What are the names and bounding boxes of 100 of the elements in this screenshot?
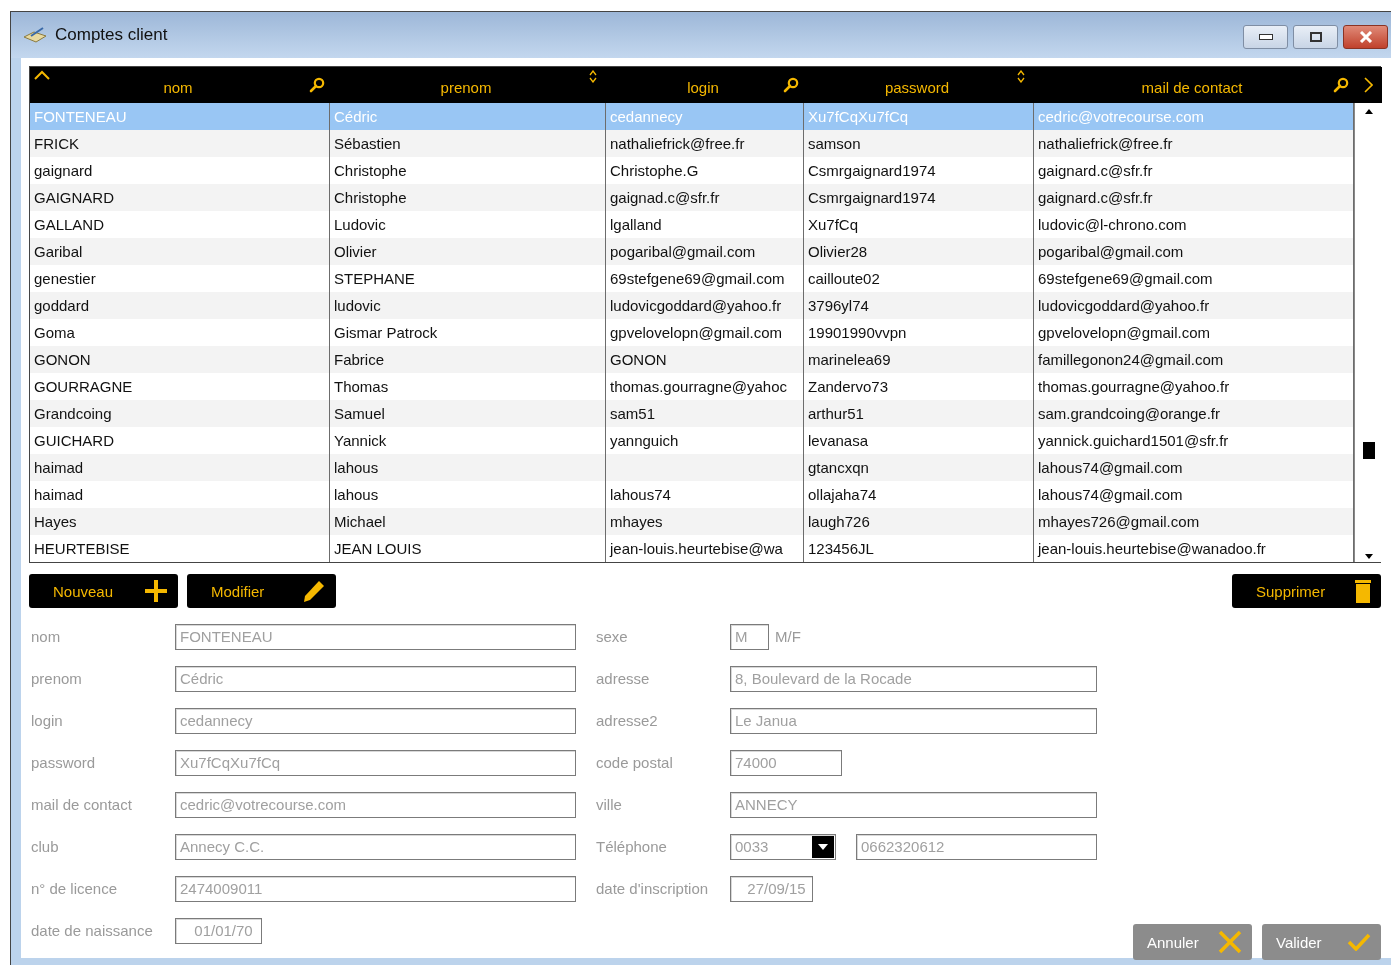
table-cell: Fabrice xyxy=(330,346,606,373)
table-cell: cedric@votrecourse.com xyxy=(1034,103,1354,130)
table-cell: mhayes xyxy=(606,508,804,535)
table-cell: marinelea69 xyxy=(804,346,1034,373)
field-label: code postal xyxy=(596,753,674,773)
field-label: adresse2 xyxy=(596,711,659,731)
input-field[interactable]: cedric@votrecourse.com xyxy=(175,792,576,818)
table-cell: nathaliefrick@free.fr xyxy=(606,130,804,157)
column-header[interactable]: nom xyxy=(30,67,330,103)
input-field[interactable]: Cédric xyxy=(175,666,576,692)
input-field[interactable]: 27/09/15 xyxy=(730,876,813,902)
column-header[interactable]: prenom xyxy=(330,67,606,103)
search-icon[interactable] xyxy=(783,77,799,93)
input-field[interactable]: FONTENEAU xyxy=(175,624,576,650)
table-cell: Olivier28 xyxy=(804,238,1034,265)
input-field[interactable]: M xyxy=(730,624,769,650)
table-cell: 3796yl74 xyxy=(804,292,1034,319)
search-icon[interactable] xyxy=(309,77,325,93)
table-cell: goddard xyxy=(30,292,330,319)
table-cell: JEAN LOUIS xyxy=(330,535,606,562)
table-cell: Cédric xyxy=(330,103,606,130)
table-cell: gtancxqn xyxy=(804,454,1034,481)
table-cell: haimad xyxy=(30,454,330,481)
chevron-right-icon[interactable] xyxy=(1363,77,1373,93)
input-field[interactable]: ANNECY xyxy=(730,792,1097,818)
sort-icon[interactable] xyxy=(589,70,597,83)
table-cell: Xu7fCqXu7fCq xyxy=(804,103,1034,130)
field-hint: M/F xyxy=(775,627,801,647)
sort-icon[interactable] xyxy=(1017,70,1025,83)
field-label: mail de contact xyxy=(31,795,133,815)
field-label: login xyxy=(31,711,64,731)
add-button[interactable]: Nouveau xyxy=(29,574,178,608)
table-cell: famillegonon24@gmail.com xyxy=(1034,346,1354,373)
field-label: sexe xyxy=(596,627,629,647)
table-cell: pogaribal@gmail.com xyxy=(606,238,804,265)
vertical-scrollbar[interactable] xyxy=(1354,103,1382,562)
field-label: date d'inscription xyxy=(596,879,710,899)
input-field[interactable]: cedannecy xyxy=(175,708,576,734)
table-cell: sam51 xyxy=(606,400,804,427)
table-cell: GONON xyxy=(606,346,804,373)
table-cell: gaignard.c@sfr.fr xyxy=(1034,184,1354,211)
app-icon xyxy=(23,27,47,43)
field-label: club xyxy=(31,837,60,857)
field-label: nom xyxy=(31,627,62,647)
table-cell: Christophe xyxy=(330,184,606,211)
table-cell: pogaribal@gmail.com xyxy=(1034,238,1354,265)
dropdown-field[interactable]: 0033 xyxy=(730,834,836,860)
search-icon[interactable] xyxy=(1333,77,1349,93)
caret-down-icon xyxy=(818,844,828,850)
arrow-down-icon[interactable] xyxy=(1364,554,1373,559)
table-cell: Grandcoing xyxy=(30,400,330,427)
table-cell: Hayes xyxy=(30,508,330,535)
arrow-up-icon[interactable] xyxy=(1364,109,1373,114)
scrollbar-thumb[interactable] xyxy=(1362,442,1375,459)
input-field[interactable]: Le Janua xyxy=(730,708,1097,734)
table-cell: ludovic xyxy=(330,292,606,319)
table-cell: FRICK xyxy=(30,130,330,157)
table-cell: laugh726 xyxy=(804,508,1034,535)
maximize-button[interactable] xyxy=(1293,25,1338,49)
field-label: ville xyxy=(596,795,623,815)
minimize-button[interactable] xyxy=(1243,25,1288,49)
close-button[interactable] xyxy=(1343,25,1388,49)
trash-icon xyxy=(1355,579,1371,603)
sort-ascending-icon[interactable] xyxy=(34,70,50,80)
edit-button[interactable]: Modifier xyxy=(187,574,336,608)
input-field[interactable]: Xu7fCqXu7fCq xyxy=(175,750,576,776)
maximize-icon xyxy=(1309,32,1322,42)
table-cell: lahous xyxy=(330,454,606,481)
delete-button[interactable]: Supprimer xyxy=(1232,574,1381,608)
table-cell: nathaliefrick@free.fr xyxy=(1034,130,1354,157)
column-header[interactable]: password xyxy=(804,67,1034,103)
table-cell: Olivier xyxy=(330,238,606,265)
table-cell: 123456JL xyxy=(804,535,1034,562)
field-label: date de naissance xyxy=(31,921,154,941)
table-cell: Samuel xyxy=(330,400,606,427)
field-label: password xyxy=(31,753,97,773)
minimize-icon xyxy=(1258,34,1273,40)
table-cell: mhayes726@gmail.com xyxy=(1034,508,1354,535)
column-header[interactable]: login xyxy=(606,67,804,103)
input-field[interactable]: 8, Boulevard de la Rocade xyxy=(730,666,1097,692)
table-cell: FONTENEAU xyxy=(30,103,330,130)
table-cell: GONON xyxy=(30,346,330,373)
field-label: prenom xyxy=(31,669,83,689)
field-label: n° de licence xyxy=(31,879,119,899)
table-cell: gaignad.c@sfr.fr xyxy=(606,184,804,211)
input-field[interactable]: 01/01/70 xyxy=(175,918,262,944)
column-header[interactable]: mail de contact xyxy=(1034,67,1354,103)
field-label: Téléphone xyxy=(596,837,668,857)
input-field[interactable]: 2474009011 xyxy=(175,876,576,902)
pencil-icon xyxy=(302,579,326,603)
input-field[interactable]: 74000 xyxy=(730,750,842,776)
input-field[interactable]: Annecy C.C. xyxy=(175,834,576,860)
check-icon xyxy=(1347,933,1371,951)
table-cell: ludovicgoddard@yahoo.fr xyxy=(1034,292,1354,319)
input-field[interactable]: 0662320612 xyxy=(856,834,1097,860)
plus-icon xyxy=(144,579,168,603)
table-cell: GAIGNARD xyxy=(30,184,330,211)
window-title: Comptes client xyxy=(55,25,169,45)
table-cell: Sébastien xyxy=(330,130,606,157)
dropdown-button[interactable] xyxy=(812,836,834,858)
